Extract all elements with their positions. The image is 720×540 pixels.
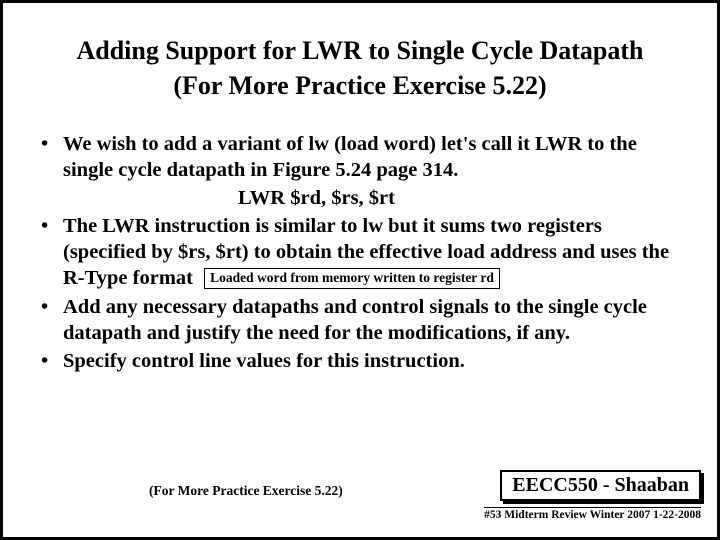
bullet-item: Add any necessary datapaths and control …	[33, 294, 687, 346]
course-box: EECC550 - Shaaban	[500, 470, 701, 501]
bullet-text: We wish to add a variant of lw (load wor…	[63, 133, 637, 181]
slide-title: Adding Support for LWR to Single Cycle D…	[33, 33, 687, 103]
bullet-item: The LWR instruction is similar to lw but…	[33, 213, 687, 292]
course-label: EECC550 - Shaaban	[500, 470, 701, 501]
slide: Adding Support for LWR to Single Cycle D…	[0, 0, 720, 540]
bullet-text: Specify control line values for this ins…	[63, 350, 465, 372]
bullet-list: We wish to add a variant of lw (load wor…	[33, 131, 687, 374]
slide-number: #53 Midterm Review Winter 2007 1-22-2008	[484, 507, 701, 521]
title-line-1: Adding Support for LWR to Single Cycle D…	[76, 36, 643, 65]
annotation-box: Loaded word from memory written to regis…	[204, 268, 500, 289]
footer-note: (For More Practice Exercise 5.22)	[149, 483, 343, 499]
instruction-syntax: LWR $rd, $rs, $rt	[63, 185, 687, 211]
slide-content: We wish to add a variant of lw (load wor…	[33, 131, 687, 374]
bullet-text: Add any necessary datapaths and control …	[63, 296, 647, 344]
title-line-2: (For More Practice Exercise 5.22)	[173, 71, 546, 100]
bullet-item: Specify control line values for this ins…	[33, 348, 687, 374]
bullet-item: We wish to add a variant of lw (load wor…	[33, 131, 687, 211]
